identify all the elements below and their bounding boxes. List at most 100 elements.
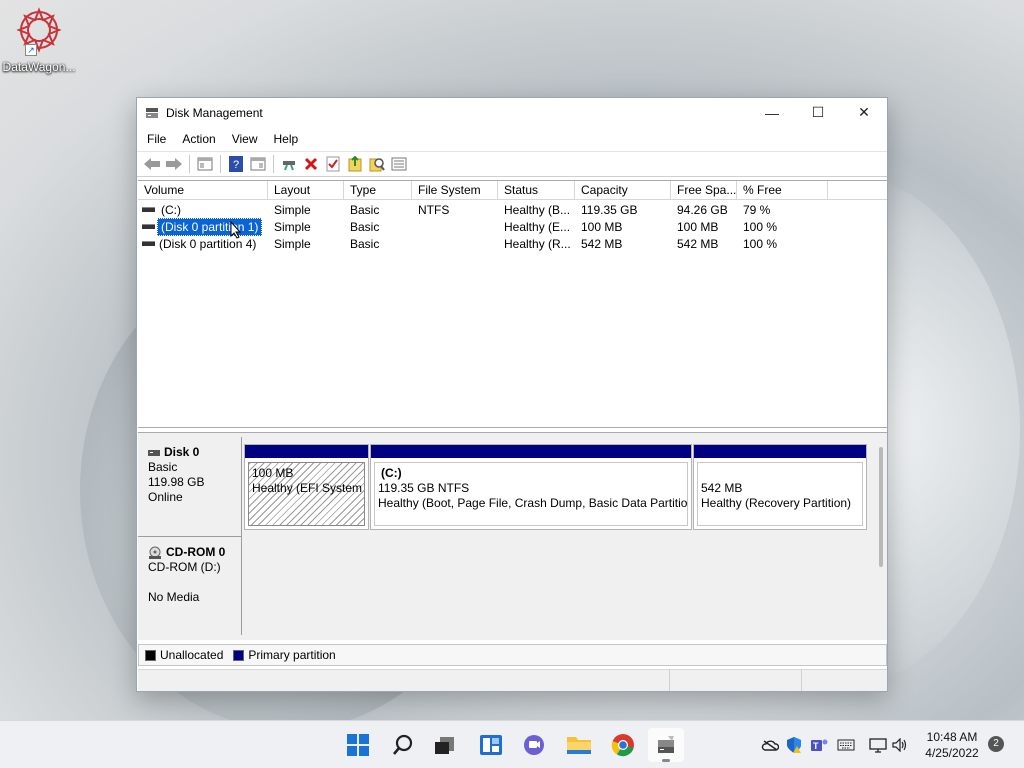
col-header-free-space[interactable]: Free Spa... [671,181,737,199]
col-header-percent-free[interactable]: % Free [737,181,828,199]
volume-row[interactable]: (C:) Simple Basic NTFS Healthy (B... 119… [138,201,887,218]
legend-swatch-primary [233,649,245,661]
forward-icon[interactable] [163,153,185,175]
disk-state: No Media [148,590,200,604]
chrome-icon[interactable] [605,728,641,762]
volume-layout: Simple [274,219,311,234]
menu-view[interactable]: View [224,127,266,151]
disk-type: CD-ROM (D:) [148,560,221,574]
chat-icon[interactable] [516,728,552,762]
volume-type: Basic [350,202,380,217]
desktop-icon-label: DataWagon... [2,60,76,74]
active-indicator [662,759,670,762]
search-icon[interactable] [385,728,421,762]
teams-icon[interactable]: T [809,735,829,755]
minimize-button[interactable]: — [749,98,795,127]
legend-label: Primary partition [248,648,336,662]
back-icon[interactable] [141,153,163,175]
toolbar-separator [189,155,190,173]
status-bar [138,669,887,691]
volume-row[interactable]: (Disk 0 partition 4) Simple Basic Health… [138,235,887,252]
volume-name: (Disk 0 partition 1) [157,217,263,236]
col-header-layout[interactable]: Layout [268,181,344,199]
cdrom-icon [149,546,161,559]
volume-free-space: 100 MB [677,219,719,234]
volume-list: Volume Layout Type File System Status Ca… [138,180,887,428]
menu-file[interactable]: File [139,127,174,151]
maximize-button[interactable]: ☐ [795,98,841,127]
vertical-scrollbar[interactable] [879,447,883,567]
col-header-status[interactable]: Status [498,181,575,199]
volume-drive-icon [142,241,155,246]
partition-efi[interactable]: 100 MB Healthy (EFI System Partition) [244,444,369,530]
volume-layout: Simple [274,202,311,217]
export-icon[interactable] [344,153,366,175]
security-icon[interactable] [784,735,804,755]
clock-date: 4/25/2022 [925,746,979,760]
legend-label: Unallocated [160,648,224,662]
task-view-icon[interactable] [426,728,462,762]
connect-icon[interactable] [278,153,300,175]
window-title: Disk Management [166,105,263,120]
clock-time: 10:48 AM [926,730,978,744]
partition-size: 100 MB [252,466,294,480]
volume-layout: Simple [274,236,311,251]
partition-type-band [245,445,368,458]
volume-row-selected[interactable]: (Disk 0 partition 1) Simple Basic Health… [138,217,887,236]
notification-badge[interactable]: 2 [988,736,1004,752]
legend: Unallocated Primary partition [138,644,887,666]
help-icon[interactable]: ? [225,153,247,175]
partition-size: 119.35 GB NTFS [378,481,470,495]
list-icon[interactable] [388,153,410,175]
volume-file-system: NTFS [418,202,450,217]
disk-management-app-icon [146,107,158,118]
partition-status: Healthy (Recovery Partition) [701,496,852,510]
desktop-shortcut-datawagon[interactable]: ↗ DataWagon... [2,6,76,74]
keyboard-icon[interactable] [836,735,856,755]
mouse-cursor-icon [230,221,242,239]
volume-type: Basic [350,219,380,234]
menu-bar: File Action View Help [137,127,887,151]
partition-size: 542 MB [701,481,743,495]
volume-icon[interactable] [891,735,911,755]
file-explorer-icon[interactable] [561,728,597,762]
toolbar: ? [137,151,887,177]
volume-type: Basic [350,236,380,251]
widgets-icon[interactable] [473,728,509,762]
check-icon[interactable] [322,153,344,175]
onedrive-icon[interactable] [760,735,780,755]
volume-capacity: 542 MB [581,236,623,251]
menu-help[interactable]: Help [266,127,307,151]
console-tree-icon[interactable] [194,153,216,175]
network-icon[interactable] [868,735,888,755]
partition-status: Healthy (Boot, Page File, Crash Dump, Ba… [378,496,688,510]
title-bar[interactable]: Disk Management — ☐ ✕ [137,98,887,127]
system-clock[interactable]: 10:48 AM 4/25/2022 [918,729,986,761]
disk-0-label[interactable]: Disk 0 Basic 119.98 GB Online [138,437,242,537]
col-header-file-system[interactable]: File System [412,181,498,199]
volume-percent-free: 100 % [743,219,778,234]
disk-type: Basic [148,460,178,474]
col-header-volume[interactable]: Volume [138,181,268,199]
cdrom-0-label[interactable]: CD-ROM 0 CD-ROM (D:) No Media [138,537,242,635]
volume-name: (C:) [161,202,181,217]
properties-icon[interactable] [247,153,269,175]
close-button[interactable]: ✕ [841,98,887,127]
legend-swatch-unallocated [145,649,156,661]
toolbar-separator [220,155,221,173]
col-header-type[interactable]: Type [344,181,412,199]
svg-text:?: ? [233,159,239,171]
delete-icon[interactable] [300,153,322,175]
volume-percent-free: 79 % [743,202,771,217]
partition-recovery[interactable]: 542 MB Healthy (Recovery Partition) [693,444,867,530]
col-header-capacity[interactable]: Capacity [575,181,671,199]
svg-text:T: T [813,741,819,751]
find-icon[interactable] [366,153,388,175]
disk-graphical-view: Disk 0 Basic 119.98 GB Online 100 MB Hea… [138,432,887,640]
disk-name: CD-ROM 0 [166,545,226,559]
menu-action[interactable]: Action [174,127,223,151]
disk-management-icon[interactable] [648,728,684,762]
partition-type-band [371,445,691,458]
partition-c[interactable]: (C:) 119.35 GB NTFS Healthy (Boot, Page … [370,444,692,530]
windows-start-icon[interactable] [340,728,376,762]
